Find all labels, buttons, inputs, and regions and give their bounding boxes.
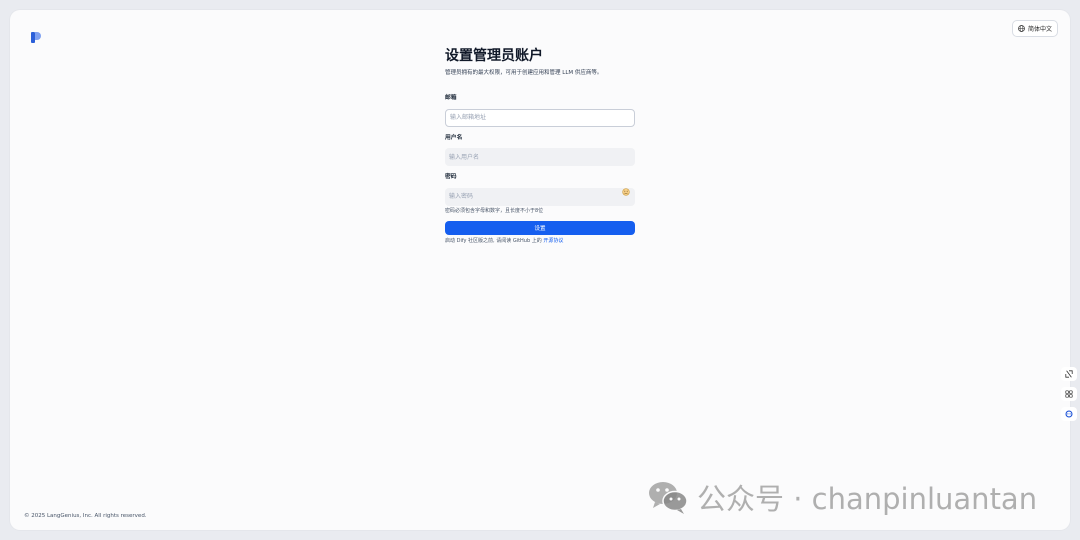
license-notice: 启动 Dify 社区版之前, 请阅读 GitHub 上的 开源协议 xyxy=(445,238,635,245)
dify-logo-icon xyxy=(31,32,41,43)
watermark-text: 公众号 · chanpinluantan xyxy=(697,482,1038,516)
assistant-button[interactable] xyxy=(1061,407,1077,421)
setup-button[interactable]: 设置 xyxy=(445,220,635,235)
grid-button[interactable] xyxy=(1061,387,1077,401)
wechat-icon xyxy=(649,482,688,514)
username-label: 用户名 xyxy=(445,134,463,141)
assistant-icon xyxy=(1065,410,1073,418)
collapse-button[interactable] xyxy=(1061,367,1077,381)
password-label: 密码 xyxy=(445,174,457,180)
page-title: 设置管理员账户 xyxy=(445,48,543,64)
globe-icon xyxy=(1018,25,1025,32)
password-hint: 密码必须包含字母和数字，且长度不小于8位 xyxy=(445,207,544,214)
collapse-icon xyxy=(1065,370,1073,378)
side-toolbar xyxy=(1058,367,1080,421)
language-label: 简体中文 xyxy=(1027,26,1052,33)
copyright: © 2025 LangGenius, Inc. All rights reser… xyxy=(24,513,147,519)
password-visibility-icon[interactable] xyxy=(622,188,630,196)
language-select[interactable]: 简体中文 xyxy=(1011,20,1058,37)
username-field[interactable] xyxy=(445,148,635,166)
email-label: 邮箱 xyxy=(445,95,457,101)
page-subtitle: 管理员拥有的最大权限，可用于创建应用和管理 LLM 供应商等。 xyxy=(445,70,603,76)
license-notice-text: 启动 Dify 社区版之前, 请阅读 GitHub 上的 xyxy=(445,237,542,244)
email-field[interactable] xyxy=(445,108,635,127)
license-link[interactable]: 开源协议 xyxy=(543,238,563,244)
watermark: 公众号 · chanpinluantan xyxy=(647,478,1037,516)
setup-form: 设置管理员账户 管理员拥有的最大权限，可用于创建应用和管理 LLM 供应商等。 … xyxy=(445,47,635,245)
password-field[interactable] xyxy=(445,187,635,206)
grid-icon xyxy=(1065,390,1073,398)
setup-card: 简体中文 设置管理员账户 管理员拥有的最大权限，可用于创建应用和管理 LLM 供… xyxy=(10,10,1070,530)
